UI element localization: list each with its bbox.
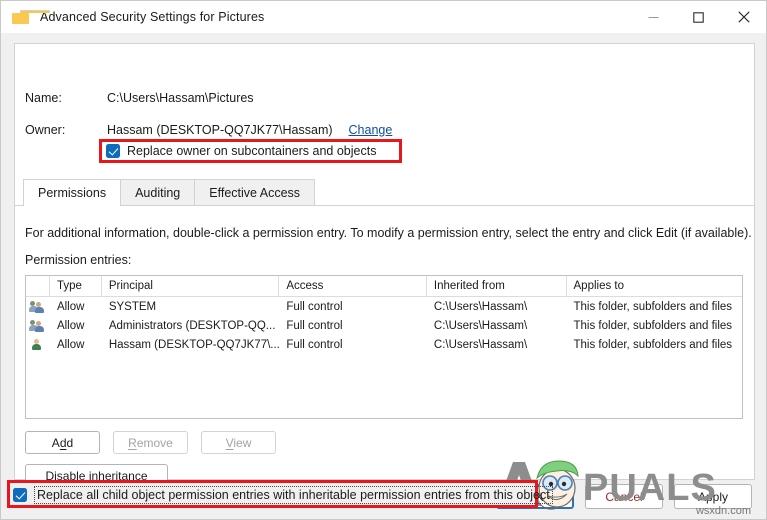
replace-owner-label: Replace owner on subcontainers and objec… (127, 144, 377, 158)
close-icon[interactable] (721, 1, 766, 33)
title-bar: Advanced Security Settings for Pictures (1, 1, 766, 33)
table-row[interactable]: Allow Hassam (DESKTOP-QQ7JK77\... Full c… (26, 335, 742, 354)
replace-child-permissions-label: Replace all child object permission entr… (34, 486, 553, 504)
table-header-row: Type Principal Access Inherited from App… (26, 276, 742, 297)
object-header: Name: C:\Users\Hassam\Pictures Owner: Ha… (15, 44, 754, 148)
window-content: Name: C:\Users\Hassam\Pictures Owner: Ha… (1, 33, 766, 519)
table-row[interactable]: Allow Administrators (DESKTOP-QQ... Full… (26, 316, 742, 335)
minimize-icon[interactable] (631, 1, 676, 33)
replace-child-permissions-checkbox[interactable]: Replace all child object permission entr… (13, 486, 553, 504)
window-title: Advanced Security Settings for Pictures (40, 10, 265, 24)
row-principal: Hassam (DESKTOP-QQ7JK77\... (108, 338, 280, 351)
owner-value: Hassam (DESKTOP-QQ7JK77\Hassam) (107, 123, 333, 137)
row-access: Full control (286, 338, 343, 351)
permissions-tab-panel: For additional information, double-click… (15, 206, 754, 487)
row-type: Allow (56, 319, 85, 332)
info-text: For additional information, double-click… (25, 226, 752, 240)
owner-row: Owner: Hassam (DESKTOP-QQ7JK77\Hassam) C… (15, 123, 392, 137)
checkbox-checked-icon[interactable] (13, 488, 27, 502)
row-applies-to: This folder, subfolders and files (573, 319, 733, 332)
replace-owner-checkbox[interactable]: Replace owner on subcontainers and objec… (106, 144, 376, 158)
advanced-security-settings-window: Advanced Security Settings for Pictures … (0, 0, 767, 520)
row-access: Full control (286, 300, 343, 313)
tab-auditing-label: Auditing (135, 185, 181, 200)
row-inherited-from: C:\Users\Hassam\ (433, 319, 528, 332)
group-icon (26, 319, 50, 333)
name-row: Name: C:\Users\Hassam\Pictures (15, 91, 254, 105)
row-principal: Administrators (DESKTOP-QQ... (108, 319, 276, 332)
permission-entries-list[interactable]: Type Principal Access Inherited from App… (25, 275, 743, 419)
change-owner-link[interactable]: Change (349, 123, 393, 137)
settings-panel: Name: C:\Users\Hassam\Pictures Owner: Ha… (14, 43, 755, 487)
row-inherited-from: C:\Users\Hassam\ (433, 300, 528, 313)
tab-auditing[interactable]: Auditing (120, 179, 196, 205)
site-watermark: wsxdn.com (695, 505, 751, 517)
user-icon (26, 338, 50, 352)
tab-effective-access[interactable]: Effective Access (194, 179, 316, 205)
checkbox-checked-icon[interactable] (106, 144, 120, 158)
permission-entries-label: Permission entries: (25, 253, 132, 267)
row-type: Allow (56, 338, 85, 351)
folder-icon (12, 10, 50, 24)
column-header-applies-to[interactable]: Applies to (567, 276, 743, 296)
column-header-principal[interactable]: Principal (102, 276, 280, 296)
remove-button: Remove (113, 431, 188, 454)
tab-effective-access-label: Effective Access (209, 185, 301, 200)
cancel-button[interactable]: Cancel (585, 484, 663, 509)
row-access: Full control (286, 319, 343, 332)
table-row[interactable]: Allow SYSTEM Full control C:\Users\Hassa… (26, 297, 742, 316)
row-type: Allow (56, 300, 85, 313)
caption-buttons (631, 1, 766, 33)
row-applies-to: This folder, subfolders and files (573, 300, 733, 313)
view-button: View (201, 431, 276, 454)
tab-permissions[interactable]: Permissions (23, 179, 122, 206)
column-header-inherited-from[interactable]: Inherited from (427, 276, 567, 296)
tab-permissions-label: Permissions (38, 185, 107, 200)
name-value: C:\Users\Hassam\Pictures (107, 91, 254, 105)
column-header-access[interactable]: Access (279, 276, 427, 296)
row-principal: SYSTEM (108, 300, 157, 313)
row-applies-to: This folder, subfolders and files (573, 338, 733, 351)
name-label: Name: (25, 91, 62, 105)
entry-action-buttons: Add Remove View (25, 431, 276, 454)
tab-strip: Permissions Auditing Effective Access (15, 179, 754, 206)
group-icon (26, 300, 50, 314)
column-header-type[interactable]: Type (50, 276, 102, 296)
maximize-icon[interactable] (676, 1, 721, 33)
add-button[interactable]: Add (25, 431, 100, 454)
owner-label: Owner: (25, 123, 66, 137)
row-inherited-from: C:\Users\Hassam\ (433, 338, 528, 351)
column-header-icon (26, 276, 50, 296)
